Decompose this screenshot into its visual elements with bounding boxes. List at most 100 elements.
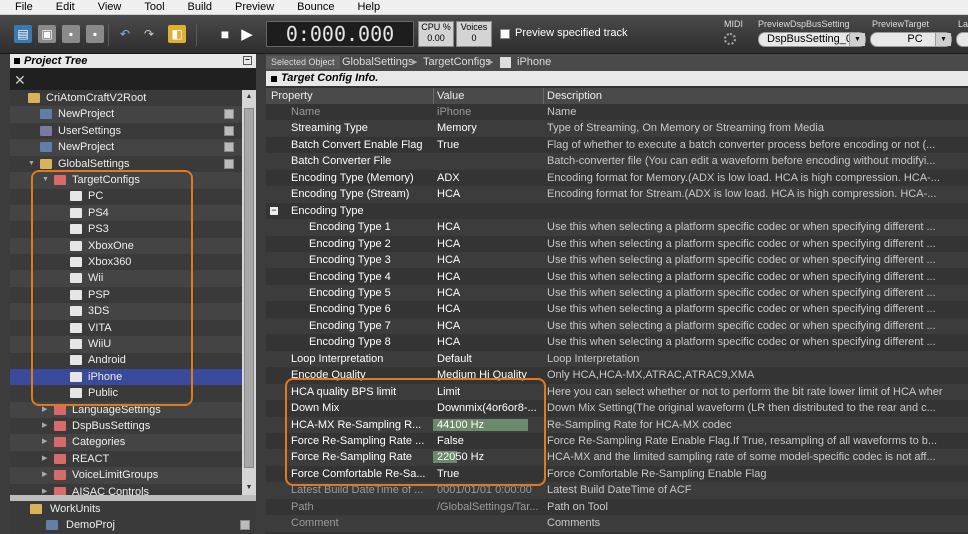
tree-item[interactable]: 3DS <box>10 303 242 320</box>
property-value[interactable]: iPhone <box>437 104 471 120</box>
tree-item[interactable]: ▶ REACT <box>10 451 242 468</box>
table-row[interactable]: Encoding Type 3 HCA Use this when selectin… <box>266 252 968 269</box>
menu-bounce[interactable]: Bounce <box>282 0 342 14</box>
chevron-down-icon[interactable]: ▼ <box>849 33 865 46</box>
table-row[interactable]: Encoding Type 4 HCA Use this when selectin… <box>266 269 968 285</box>
property-value[interactable]: HCA <box>437 219 460 235</box>
save-icon[interactable] <box>224 125 234 136</box>
expand-right-icon[interactable]: ▶ <box>42 434 47 450</box>
tree-item[interactable]: PSP <box>10 287 242 304</box>
tree-item[interactable]: PC <box>10 188 242 205</box>
tree-item[interactable]: ▶ AISAC Controls <box>10 484 242 495</box>
table-row[interactable]: Force Re-Sampling Rate 22050 Hz HCA-MX and… <box>266 449 968 466</box>
tree-item[interactable]: ▶ VoiceLimitGroups <box>10 467 242 484</box>
column-divider[interactable] <box>543 88 544 104</box>
tree-item[interactable]: Android <box>10 352 242 369</box>
property-value[interactable]: Downmix(4or6or8-... <box>437 400 537 416</box>
tree-item[interactable]: ▼ TargetConfigs <box>10 172 242 189</box>
table-row[interactable]: Encoding Type 6 HCA Use this when selectin… <box>266 301 968 317</box>
expand-right-icon[interactable]: ▶ <box>42 402 47 418</box>
property-value[interactable]: False <box>437 433 464 449</box>
la-select[interactable] <box>956 32 968 47</box>
table-row[interactable]: HCA quality BPS limit Limit Here you can s… <box>266 383 968 401</box>
redo-icon[interactable]: ↷ <box>140 25 158 43</box>
tree-item[interactable]: ▶ DspBusSettings <box>10 418 242 435</box>
menu-help[interactable]: Help <box>342 0 388 14</box>
tree-item[interactable]: NewProject <box>10 106 242 123</box>
table-row[interactable]: Batch Converter File Batch-converter file… <box>266 153 968 170</box>
expand-right-icon[interactable]: ▶ <box>42 451 47 467</box>
tree-item[interactable]: ▶ Categories <box>10 434 242 451</box>
table-row[interactable]: Encoding Type 1 HCA Use this when selectin… <box>266 219 968 236</box>
tree-item[interactable]: iPhone <box>10 368 242 386</box>
table-row[interactable]: Encoding Type 7 HCA Use this when selectin… <box>266 317 968 335</box>
table-row[interactable]: Encoding Type 5 HCA Use this when selectin… <box>266 284 968 302</box>
table-row[interactable]: Encoding Type (Memory) ADX Encoding format… <box>266 170 968 186</box>
column-divider[interactable] <box>433 88 434 104</box>
property-value[interactable]: HCA <box>437 318 460 334</box>
expand-down-icon[interactable]: ▼ <box>42 172 49 188</box>
new-project-icon[interactable]: ▤ <box>14 25 32 43</box>
property-value[interactable]: HCA <box>437 186 460 202</box>
tree-item-workunits[interactable]: WorkUnits <box>10 501 242 518</box>
tree-item[interactable]: Public <box>10 385 242 402</box>
property-value[interactable]: 0001/01/01 0:00:00 <box>437 482 532 498</box>
property-value[interactable]: 44100 Hz <box>437 417 484 433</box>
breadcrumb-item[interactable]: iPhone <box>517 54 551 71</box>
table-row[interactable]: Comment Comments <box>266 515 968 532</box>
expand-right-icon[interactable]: ▶ <box>42 484 47 495</box>
chevron-down-icon[interactable]: ▼ <box>935 33 951 46</box>
play-icon[interactable]: ▶ <box>238 25 256 43</box>
table-row[interactable]: Latest Build DateTime of ... 0001/01/01 0… <box>266 482 968 499</box>
property-value[interactable]: Memory <box>437 120 477 136</box>
table-row[interactable]: Streaming Type Memory Type of Streaming, O… <box>266 120 968 137</box>
table-row[interactable]: Encoding Type (Stream) HCA Encoding format… <box>266 186 968 203</box>
tree-item[interactable]: Wii <box>10 270 242 287</box>
tree-item-demoproj[interactable]: DemoProj <box>10 517 250 534</box>
table-row[interactable]: Force Comfortable Re-Sa... True Force Comf… <box>266 466 968 482</box>
property-value[interactable]: Medium Hi Quality <box>437 367 527 383</box>
table-row[interactable]: Batch Convert Enable Flag True Flag of whe… <box>266 137 968 153</box>
menu-view[interactable]: View <box>83 0 130 14</box>
scroll-thumb[interactable] <box>244 108 254 468</box>
save-icon[interactable] <box>224 109 234 120</box>
expand-down-icon[interactable]: ▼ <box>28 156 35 172</box>
preview-track-checkbox[interactable] <box>500 29 510 39</box>
collapse-icon[interactable]: − <box>270 205 278 215</box>
tree-item[interactable]: XboxOne <box>10 237 242 255</box>
table-row[interactable]: Encoding Type 8 HCA Use this when selectin… <box>266 334 968 350</box>
target-select[interactable]: PC ▼ <box>870 32 952 47</box>
dspbus-select[interactable]: DspBusSetting_0 ▼ <box>758 32 866 47</box>
save-icon[interactable] <box>224 142 234 153</box>
scroll-up-icon[interactable]: ▲ <box>242 90 256 104</box>
undo-icon[interactable]: ↶ <box>116 25 134 43</box>
property-value[interactable]: True <box>437 466 459 482</box>
menu-file[interactable]: File <box>0 0 41 14</box>
table-row[interactable]: Encoding Type 2 HCA Use this when selectin… <box>266 236 968 252</box>
tree-item[interactable]: ▶ LanguageSettings <box>10 401 242 419</box>
scroll-down-icon[interactable]: ▼ <box>242 481 256 495</box>
table-row[interactable]: Name iPhone Name <box>266 104 968 120</box>
table-row[interactable]: HCA-MX Re-Sampling R... 44100 Hz Re-Sampli… <box>266 416 968 433</box>
save-icon[interactable] <box>240 520 250 530</box>
save-icon[interactable]: ▪ <box>62 25 80 43</box>
save-all-icon[interactable]: ▪ <box>86 25 104 43</box>
menu-edit[interactable]: Edit <box>41 0 83 14</box>
property-value[interactable]: /GlobalSettings/Tar... <box>437 499 539 515</box>
column-header[interactable]: Property <box>271 88 313 104</box>
tree-item[interactable]: NewProject <box>10 139 242 156</box>
column-header[interactable]: Value <box>437 88 464 104</box>
tree-item[interactable]: Xbox360 <box>10 254 242 271</box>
property-value[interactable]: 22050 Hz <box>437 449 484 465</box>
tree-scrollbar[interactable]: ▲ ▼ <box>242 90 256 495</box>
expand-right-icon[interactable]: ▶ <box>42 467 47 483</box>
tree-item[interactable]: PS4 <box>10 204 242 222</box>
expand-right-icon[interactable]: ▶ <box>42 418 47 434</box>
column-header[interactable]: Description <box>547 88 602 104</box>
build-icon[interactable]: ◧ <box>168 25 186 43</box>
tree-item[interactable]: PS3 <box>10 221 242 238</box>
property-value[interactable]: True <box>437 137 459 153</box>
breadcrumb-item[interactable]: TargetConfigs <box>423 54 491 71</box>
property-value[interactable]: HCA <box>437 285 460 301</box>
minimize-icon[interactable]: – <box>243 56 252 65</box>
